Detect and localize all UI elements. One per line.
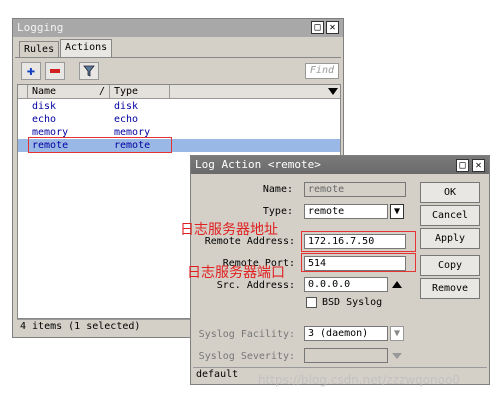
dialog-titlebar[interactable]: Log Action <remote>	[191, 156, 489, 174]
type-select[interactable]: remote	[304, 204, 388, 219]
maximize-icon[interactable]: □	[311, 21, 324, 34]
name-field[interactable]: remote	[304, 182, 406, 197]
copy-button[interactable]: Copy	[420, 255, 480, 276]
dropdown-arrow-icon[interactable]	[392, 353, 402, 359]
column-header-type[interactable]: Type	[110, 85, 170, 99]
add-button[interactable]: ✚	[21, 62, 41, 80]
column-menu-icon[interactable]	[328, 88, 338, 95]
filter-icon	[83, 65, 95, 77]
column-header-name[interactable]: Name /	[28, 85, 110, 99]
syslog-facility-select[interactable]: 3 (daemon)	[304, 326, 388, 341]
remove-button[interactable]: Remove	[420, 278, 480, 299]
ok-button[interactable]: OK	[420, 182, 480, 203]
type-label: Type:	[262, 206, 293, 217]
highlight-box-remote-row	[28, 137, 172, 153]
filter-button[interactable]	[79, 62, 99, 80]
dropdown-arrow-icon[interactable]: ▼	[390, 204, 404, 219]
cancel-button[interactable]: Cancel	[420, 205, 480, 226]
syslog-severity-label: Syslog Severity:	[198, 351, 295, 362]
list-item[interactable]: echo echo	[18, 113, 340, 126]
dialog-title: Log Action <remote>	[195, 158, 321, 171]
find-input[interactable]: Find	[305, 63, 339, 79]
header-spacer	[18, 85, 28, 99]
watermark: https://blog.csdn.net/zzzwqonoo0	[258, 373, 460, 387]
bsd-syslog-label: BSD Syslog	[322, 297, 383, 308]
syslog-severity-select[interactable]	[304, 348, 388, 363]
annotation-port: 日志服务器端口	[187, 265, 285, 281]
close-icon[interactable]: ✕	[472, 159, 485, 172]
tab-actions[interactable]: Actions	[60, 39, 113, 58]
highlight-box-remote-port	[301, 253, 416, 272]
tab-rules[interactable]: Rules	[19, 41, 60, 57]
close-icon[interactable]: ✕	[326, 21, 339, 34]
logging-title: Logging	[17, 21, 64, 34]
src-address-input[interactable]: 0.0.0.0	[304, 277, 388, 292]
apply-button[interactable]: Apply	[420, 228, 480, 249]
minus-icon	[50, 69, 60, 73]
syslog-facility-label: Syslog Facility:	[198, 329, 295, 340]
annotation-address: 日志服务器地址	[180, 222, 278, 238]
logging-titlebar[interactable]: Logging	[13, 19, 343, 37]
maximize-icon[interactable]: □	[456, 159, 469, 172]
status-bar: 4 items (1 selected)	[17, 319, 197, 335]
dropdown-arrow-icon[interactable]: ▼	[390, 326, 404, 341]
bsd-syslog-checkbox[interactable]	[306, 297, 317, 308]
remove-button[interactable]	[45, 62, 65, 80]
sort-indicator-icon: /	[98, 86, 105, 97]
expand-up-icon[interactable]	[392, 281, 402, 288]
highlight-box-remote-address	[301, 231, 416, 252]
list-header: Name / Type	[18, 85, 340, 99]
list-item[interactable]: disk disk	[18, 100, 340, 113]
tab-panel-border	[15, 57, 341, 58]
name-label: Name:	[262, 184, 293, 195]
